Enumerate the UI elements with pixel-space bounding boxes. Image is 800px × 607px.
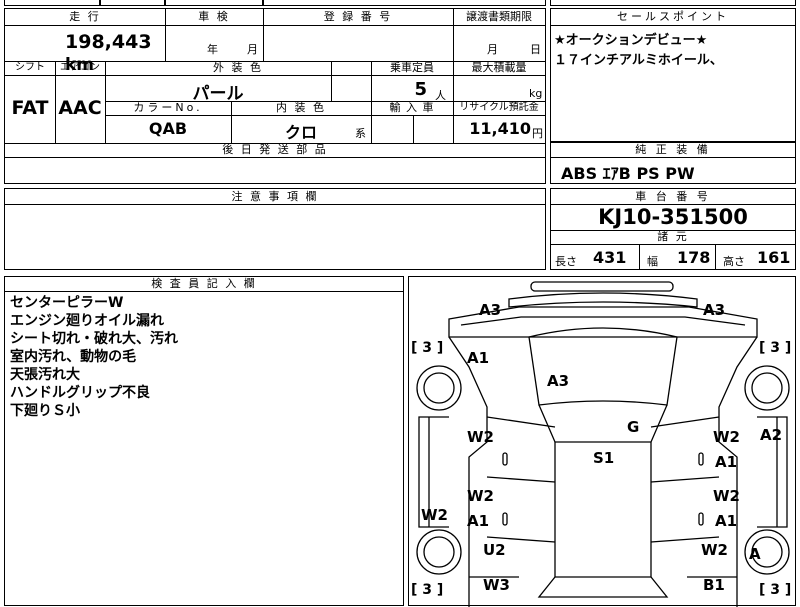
sales-point-line-2: １７インチアルミホイール、 — [554, 53, 723, 68]
damage-label: B1 — [703, 576, 725, 594]
inspector-note: ハンドルグリップ不良 — [10, 385, 150, 401]
genuine-equipment-label: 純 正 装 備 — [635, 143, 711, 156]
damage-label: W2 — [713, 487, 740, 505]
later-parts-label: 後 日 発 送 部 品 — [222, 143, 328, 156]
deadline-day-unit: 日 — [530, 43, 541, 56]
shift-label: シフト — [15, 62, 45, 73]
interior-color-label: 内 装 色 — [276, 101, 326, 114]
damage-label: A — [749, 545, 761, 563]
damage-label: U2 — [483, 541, 506, 559]
recycle-value: 11,410 — [469, 119, 531, 138]
inspection-month-unit: 月 — [247, 43, 258, 56]
width-label: 幅 — [647, 255, 658, 268]
chassis-label: 車 台 番 号 — [635, 190, 711, 203]
sales-point-label: セールスポイント — [617, 10, 729, 23]
sales-point-box: セールスポイント ★オークションデビュー★ １７インチアルミホイール、 — [550, 8, 796, 142]
inspection-year-unit: 年 — [207, 43, 218, 56]
damage-label: W2 — [467, 428, 494, 446]
inspector-note: 天張汚れ大 — [10, 367, 80, 383]
recycle-unit: 円 — [532, 127, 543, 140]
inspector-label: 検 査 員 記 入 欄 — [151, 277, 257, 290]
vehicle-info-table: 走 行 車 検 登 録 番 号 譲渡書類期限 198,443 km 年 月 月 … — [4, 8, 546, 184]
damage-label: W2 — [421, 506, 448, 524]
transfer-deadline-label: 譲渡書類期限 — [466, 10, 532, 23]
inspector-note: シート切れ・破れ大、汚れ — [10, 331, 178, 347]
damage-label: W2 — [467, 487, 494, 505]
color-no-label: カラーNo. — [133, 101, 203, 114]
max-load-unit: kg — [529, 87, 543, 100]
sales-point-line-1: ★オークションデビュー★ — [554, 33, 708, 48]
mileage-label: 走 行 — [69, 10, 101, 23]
damage-bracket: [ 3 ] — [411, 340, 444, 356]
registration-label: 登 録 番 号 — [323, 10, 393, 23]
shift-value: FAT — [11, 97, 49, 119]
caution-box: 注 意 事 項 欄 — [4, 188, 546, 270]
height-value: 161 — [757, 248, 791, 267]
damage-label: W2 — [713, 428, 740, 446]
damage-bracket: [ 3 ] — [759, 582, 792, 598]
color-no-value: QAB — [148, 119, 188, 138]
damage-label: W3 — [483, 576, 510, 594]
recycle-label: リサイクル預託金 — [459, 102, 539, 113]
damage-label: A1 — [715, 512, 738, 530]
height-label: 高さ — [723, 255, 745, 268]
damage-bracket: [ 3 ] — [759, 340, 792, 356]
damage-label: A2 — [760, 426, 783, 444]
inspector-note: センターピラーW — [10, 295, 124, 311]
damage-bracket: [ 3 ] — [411, 582, 444, 598]
mileage-number: 198,443 — [65, 31, 152, 53]
inspector-note: 下廻りＳ小 — [10, 403, 80, 419]
damage-label: A1 — [715, 453, 738, 471]
interior-color-value: クロ — [284, 123, 317, 142]
chassis-number: KJ10-351500 — [598, 205, 748, 229]
max-load-label: 最大積載量 — [471, 61, 527, 74]
exterior-color-label: 外 装 色 — [213, 61, 263, 74]
length-label: 長さ — [555, 255, 577, 268]
damage-label: A3 — [547, 372, 570, 390]
aircon-value: AAC — [58, 97, 102, 119]
genuine-equipment-value: ABS ｴｱB PS PW — [561, 164, 695, 183]
top-strip — [0, 0, 800, 8]
damage-label: A1 — [467, 349, 490, 367]
damage-label: A3 — [703, 301, 726, 319]
damage-label: A1 — [467, 512, 490, 530]
damage-label: A3 — [479, 301, 502, 319]
specs-label: 諸 元 — [657, 230, 689, 243]
import-car-label: 輸 入 車 — [389, 101, 435, 114]
damage-label: G — [627, 418, 640, 436]
aircon-label: エアコン — [60, 62, 100, 73]
inspector-note: 室内汚れ、動物の毛 — [10, 349, 137, 365]
interior-color-suffix: 系 — [355, 127, 366, 140]
capacity-value: 5 — [414, 79, 427, 100]
width-value: 178 — [677, 248, 711, 267]
capacity-label: 乗車定員 — [390, 61, 434, 74]
genuine-equipment-box: 純 正 装 備 ABS ｴｱB PS PW — [550, 142, 796, 184]
caution-label: 注 意 事 項 欄 — [231, 190, 319, 203]
damage-label: W2 — [701, 541, 728, 559]
chassis-box: 車 台 番 号 KJ10-351500 諸 元 長さ 431 幅 178 高さ … — [550, 188, 796, 270]
damage-label: S1 — [593, 449, 615, 467]
deadline-month-unit: 月 — [487, 43, 498, 56]
car-diagram-box: [ 3 ] [ 3 ] [ 3 ] [ 3 ] A3 A3 A1 A3 G S1… — [408, 276, 796, 607]
inspector-note: エンジン廻りオイル漏れ — [10, 313, 164, 329]
length-value: 431 — [593, 248, 627, 267]
inspector-box: 検 査 員 記 入 欄 センターピラーW エンジン廻りオイル漏れ シート切れ・破… — [4, 276, 404, 606]
inspection-label: 車 検 — [198, 10, 230, 23]
